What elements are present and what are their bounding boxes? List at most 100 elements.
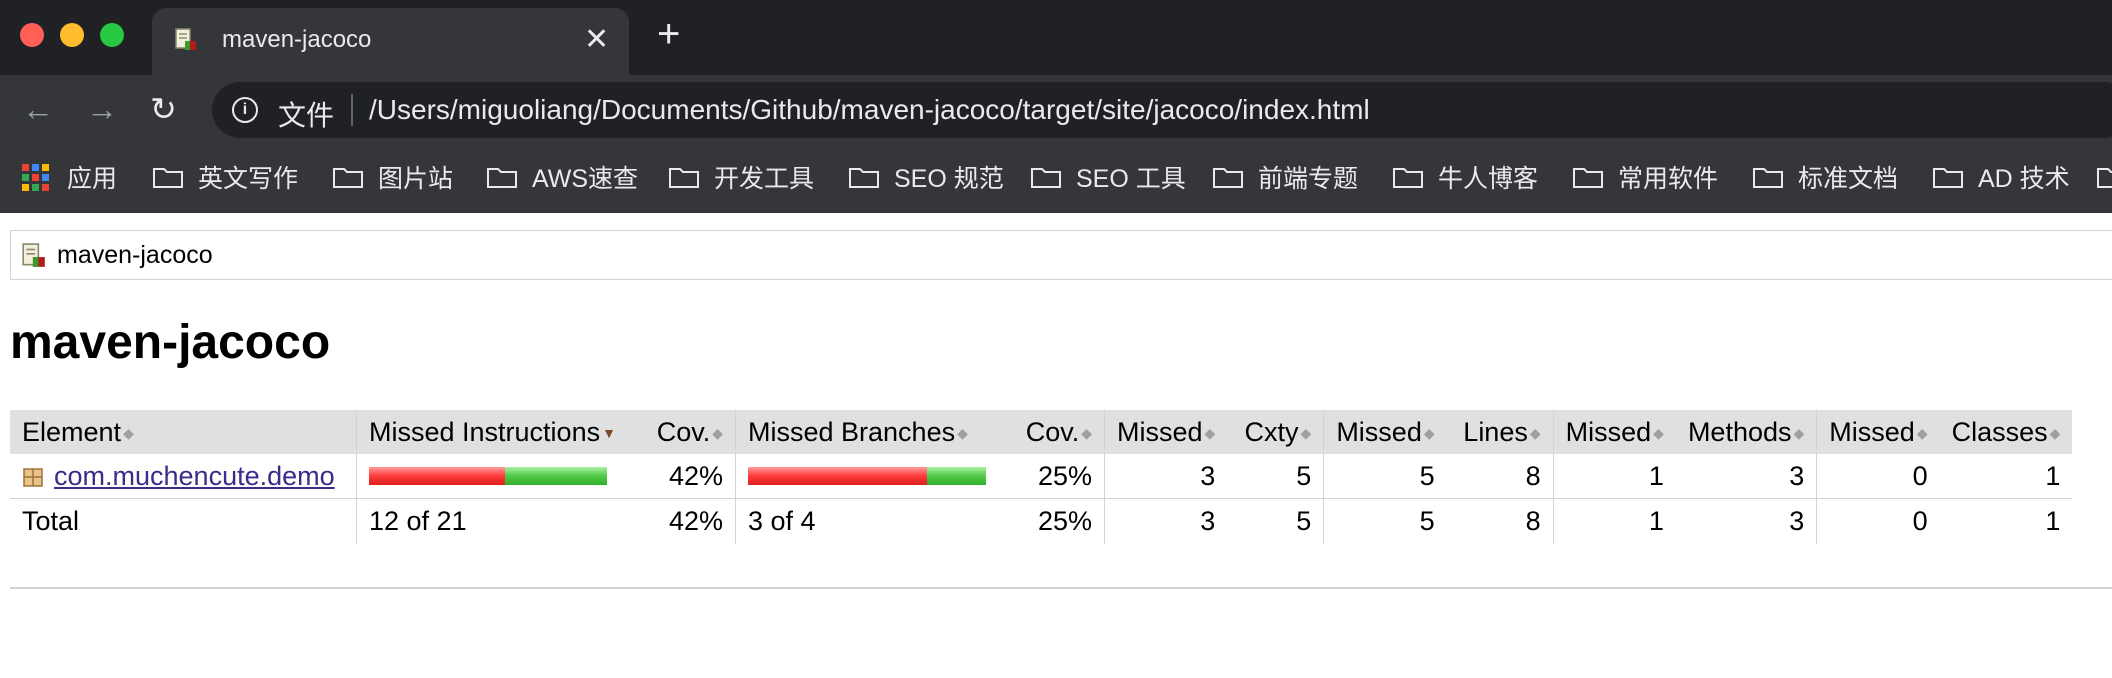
folder-icon — [1393, 168, 1423, 188]
minimize-window-button[interactable] — [60, 23, 84, 47]
bookmark-folder[interactable]: 图片站 — [332, 161, 453, 193]
bookmark-label: 标准文档 — [1798, 165, 1899, 193]
back-icon[interactable]: ← — [22, 93, 54, 125]
cell-instructions-bar — [356, 454, 631, 499]
folder-icon — [153, 168, 183, 188]
header-missed-branches[interactable]: Missed Branches ◆ — [735, 410, 1010, 454]
sort-icon: ◆ — [957, 424, 968, 441]
header-classes[interactable]: Classes ◆ — [1939, 410, 2073, 454]
tab-close-icon[interactable]: ✕ — [584, 22, 609, 57]
table-row: com.muchencute.demo 42% 25% 3 5 5 8 1 3 … — [10, 454, 2073, 499]
bookmark-folder[interactable]: 牛人博客 — [1392, 161, 1538, 193]
sort-icon: ◆ — [1653, 424, 1664, 441]
sort-icon: ◆ — [1081, 424, 1092, 441]
bookmark-folder[interactable]: AWS速查 — [486, 161, 638, 193]
bookmark-folder-partial[interactable] — [2096, 161, 2112, 193]
total-cxty: 5 — [1296, 506, 1312, 536]
bookmark-label: AD 技术 — [1978, 165, 2070, 193]
header-cov-instructions[interactable]: Cov. ◆ — [631, 410, 736, 454]
folder-icon — [1573, 168, 1603, 188]
address-bar[interactable]: i 文件 /Users/miguoliang/Documents/Github/… — [212, 82, 2112, 138]
instructions-coverage-bar — [369, 467, 607, 485]
header-element[interactable]: Element ◆ — [10, 410, 357, 454]
cell-cxty: 5 — [1227, 454, 1324, 499]
instructions-missed-fill — [369, 467, 505, 485]
bookmark-label: 前端专题 — [1258, 165, 1359, 193]
instructions-covered-fill — [505, 467, 607, 485]
folder-icon — [2097, 168, 2112, 188]
bookmark-label: 英文写作 — [198, 165, 299, 193]
cell-missed-classes: 0 — [1816, 454, 1940, 499]
new-tab-button[interactable]: + — [657, 14, 680, 54]
active-tab[interactable]: maven-jacoco ✕ — [152, 8, 629, 75]
header-missed-methods[interactable]: Missed ◆ — [1552, 410, 1676, 454]
folder-icon — [333, 168, 363, 188]
cell-branches-bar — [735, 454, 1010, 499]
url-scheme-label: 文件 — [278, 100, 335, 131]
total-classes: 1 — [2045, 506, 2061, 536]
bookmark-label: 应用 — [67, 165, 118, 193]
browser-toolbar: ← → ↻ i 文件 /Users/miguoliang/Documents/G… — [0, 75, 2112, 145]
branches-coverage-bar — [748, 467, 986, 485]
package-link[interactable]: com.muchencute.demo — [54, 461, 335, 491]
bookmark-folder[interactable]: 标准文档 — [1752, 161, 1898, 193]
sort-icon: ◆ — [1423, 424, 1435, 441]
total-missed-cxty: 3 — [1104, 498, 1228, 544]
bookmark-label: 常用软件 — [1618, 165, 1719, 193]
maximize-window-button[interactable] — [100, 23, 124, 47]
bookmark-folder[interactable]: AD 技术 — [1932, 161, 2070, 193]
table-total-row: Total 12 of 21 42% 3 of 4 25% 3 5 5 8 1 … — [10, 498, 2072, 544]
header-missed-lines[interactable]: Missed ◆ — [1323, 410, 1447, 454]
sort-icon: ◆ — [1300, 424, 1312, 441]
close-window-button[interactable] — [20, 23, 44, 47]
header-missed-cxty[interactable]: Missed ◆ — [1104, 410, 1228, 454]
folder-icon — [1933, 168, 1963, 188]
header-missed-classes[interactable]: Missed ◆ — [1816, 410, 1940, 454]
bookmark-folder[interactable]: 开发工具 — [668, 161, 814, 193]
bookmark-label: SEO 规范 — [894, 165, 1004, 193]
sort-icon: ◆ — [1529, 424, 1541, 441]
total-branches-cov: 25% — [1037, 506, 1092, 536]
sort-icon: ◆ — [123, 424, 134, 441]
cell-missed-lines: 5 — [1323, 454, 1447, 499]
total-missed-classes: 0 — [1816, 498, 1940, 544]
total-lines: 8 — [1525, 506, 1541, 536]
bookmark-folder[interactable]: 英文写作 — [152, 161, 298, 193]
bookmark-folder[interactable]: SEO 工具 — [1030, 161, 1186, 193]
sort-desc-icon: ▼ — [602, 425, 616, 442]
header-cxty[interactable]: Cxty ◆ — [1227, 410, 1324, 454]
bookmark-label: 开发工具 — [714, 165, 815, 193]
sort-icon: ◆ — [2049, 424, 2061, 441]
folder-icon — [669, 168, 699, 188]
cell-methods: 3 — [1675, 454, 1817, 499]
apps-grid-icon — [22, 163, 49, 191]
page-title: maven-jacoco — [10, 316, 331, 369]
sort-icon: ◆ — [1793, 424, 1805, 441]
total-methods: 3 — [1789, 506, 1805, 536]
bookmark-folder[interactable]: 前端专题 — [1212, 161, 1358, 193]
forward-icon[interactable]: → — [86, 93, 118, 125]
header-cov-branches[interactable]: Cov. ◆ — [1010, 410, 1105, 454]
header-lines[interactable]: Lines ◆ — [1446, 410, 1554, 454]
coverage-table: Element ◆ Missed Instructions ▼ Cov. ◆ Miss… — [10, 410, 2073, 544]
bookmark-label: AWS速查 — [532, 165, 639, 193]
url-text[interactable]: /Users/miguoliang/Documents/Github/maven… — [369, 94, 1370, 126]
bookmark-folder[interactable]: SEO 规范 — [848, 161, 1004, 193]
header-methods[interactable]: Methods ◆ — [1675, 410, 1817, 454]
header-missed-instructions[interactable]: Missed Instructions ▼ — [356, 410, 631, 454]
bookmark-folder[interactable]: 常用软件 — [1572, 161, 1718, 193]
tab-title: maven-jacoco — [222, 26, 372, 53]
bookmark-label: 牛人博客 — [1438, 165, 1539, 193]
cell-missed-cxty: 3 — [1104, 454, 1228, 499]
total-instructions-cov: 42% — [668, 506, 723, 536]
info-icon[interactable]: i — [232, 97, 258, 123]
cell-lines: 8 — [1446, 454, 1554, 499]
sort-icon: ◆ — [1916, 424, 1928, 441]
url-divider — [351, 94, 353, 126]
total-instructions: 12 of 21 — [356, 498, 631, 544]
reload-icon[interactable]: ↻ — [150, 93, 177, 125]
folder-icon — [1753, 168, 1783, 188]
breadcrumb-session: maven-jacoco — [57, 241, 213, 269]
bookmark-apps[interactable]: 应用 — [22, 161, 117, 193]
cell-branches-cov: 25% — [1010, 454, 1105, 499]
